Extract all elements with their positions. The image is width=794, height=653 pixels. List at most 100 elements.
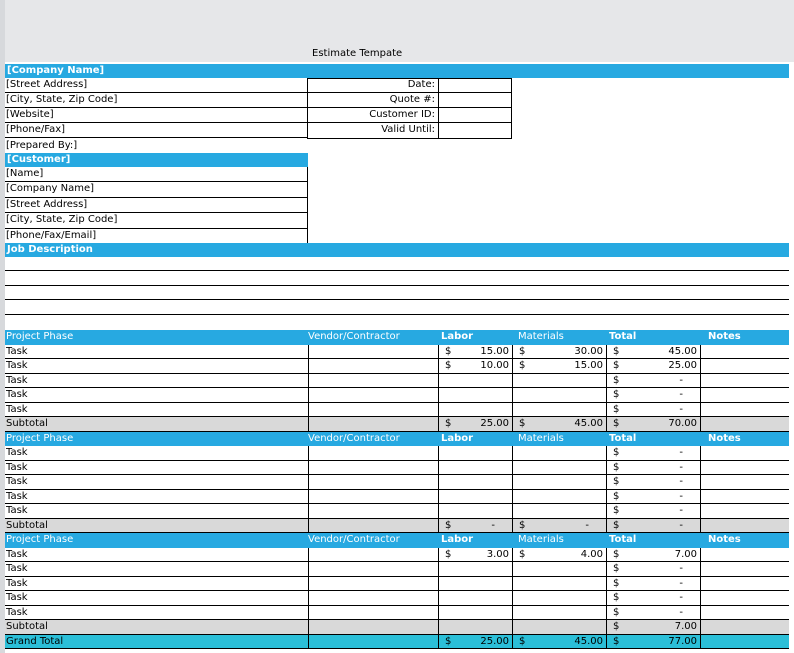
labor-cell[interactable]: $3.00: [438, 547, 512, 561]
task-cell[interactable]: Task: [5, 359, 308, 373]
customer-company-cell[interactable]: [Company Name]: [5, 182, 308, 198]
vendor-cell[interactable]: [308, 359, 438, 373]
vendor-cell[interactable]: [308, 388, 438, 402]
vendor-cell[interactable]: [308, 402, 438, 416]
grand-total-materials[interactable]: $45.00: [512, 634, 606, 648]
labor-cell[interactable]: [438, 475, 512, 489]
labor-cell[interactable]: [438, 576, 512, 590]
job-description-band[interactable]: Job Description: [5, 243, 789, 257]
task-cell[interactable]: Task: [5, 461, 308, 475]
total-cell[interactable]: $ -: [606, 460, 700, 474]
labor-cell[interactable]: $10.00: [438, 359, 512, 373]
total-cell[interactable]: $ -: [606, 446, 700, 460]
total-cell[interactable]: $ -: [606, 576, 700, 590]
materials-cell[interactable]: [512, 446, 606, 460]
quote-number-field[interactable]: [438, 93, 511, 108]
labor-cell[interactable]: [438, 504, 512, 518]
labor-cell[interactable]: [438, 605, 512, 619]
company-city-cell[interactable]: [City, State, Zip Code]: [5, 93, 308, 108]
prepared-by-cell[interactable]: [Prepared By:]: [5, 139, 308, 153]
notes-cell[interactable]: [700, 373, 789, 387]
task-cell[interactable]: Task: [5, 591, 308, 605]
valid-until-field[interactable]: [438, 123, 511, 138]
notes-cell[interactable]: [700, 562, 789, 576]
materials-cell[interactable]: [512, 489, 606, 503]
subtotal-materials[interactable]: [512, 620, 606, 634]
vendor-cell[interactable]: [308, 547, 438, 561]
labor-cell[interactable]: [438, 489, 512, 503]
subtotal-total[interactable]: $ -: [606, 518, 700, 532]
total-cell[interactable]: $ -: [606, 591, 700, 605]
total-cell[interactable]: $ -: [606, 402, 700, 416]
task-cell[interactable]: Task: [5, 562, 308, 576]
notes-cell[interactable]: [700, 489, 789, 503]
total-cell[interactable]: $45.00: [606, 344, 700, 358]
total-cell[interactable]: $ -: [606, 373, 700, 387]
notes-cell[interactable]: [700, 576, 789, 590]
task-cell[interactable]: Task: [5, 388, 308, 402]
task-cell[interactable]: Task: [5, 548, 308, 562]
notes-cell[interactable]: [700, 388, 789, 402]
job-description-line[interactable]: [5, 315, 789, 330]
total-cell[interactable]: $ -: [606, 605, 700, 619]
task-cell[interactable]: Task: [5, 345, 308, 359]
notes-cell[interactable]: [700, 504, 789, 518]
task-cell[interactable]: Task: [5, 403, 308, 417]
materials-cell[interactable]: [512, 591, 606, 605]
customer-band[interactable]: [Customer]: [5, 153, 308, 167]
subtotal-materials[interactable]: $45.00: [512, 417, 606, 431]
notes-cell[interactable]: [700, 359, 789, 373]
vendor-cell[interactable]: [308, 591, 438, 605]
vendor-cell[interactable]: [308, 562, 438, 576]
total-cell[interactable]: $7.00: [606, 547, 700, 561]
total-cell[interactable]: $25.00: [606, 359, 700, 373]
notes-cell[interactable]: [700, 591, 789, 605]
company-name-band[interactable]: [Company Name]: [5, 64, 789, 78]
labor-cell[interactable]: [438, 373, 512, 387]
materials-cell[interactable]: [512, 460, 606, 474]
materials-cell[interactable]: [512, 475, 606, 489]
grand-total-labor[interactable]: $25.00: [438, 634, 512, 648]
task-cell[interactable]: Task: [5, 475, 308, 489]
notes-cell[interactable]: [700, 446, 789, 460]
grand-total-total[interactable]: $77.00: [606, 634, 700, 648]
materials-cell[interactable]: [512, 576, 606, 590]
total-cell[interactable]: $ -: [606, 504, 700, 518]
labor-cell[interactable]: [438, 591, 512, 605]
vendor-cell[interactable]: [308, 460, 438, 474]
materials-cell[interactable]: [512, 605, 606, 619]
subtotal-materials[interactable]: $ -: [512, 518, 606, 532]
labor-cell[interactable]: [438, 460, 512, 474]
total-cell[interactable]: $ -: [606, 489, 700, 503]
notes-cell[interactable]: [700, 547, 789, 561]
job-description-line[interactable]: [5, 257, 789, 271]
customer-phone-cell[interactable]: [Phone/Fax/Email]: [5, 229, 308, 243]
company-phone-cell[interactable]: [Phone/Fax]: [5, 123, 308, 138]
date-field[interactable]: [438, 78, 511, 93]
job-description-line[interactable]: [5, 300, 789, 315]
subtotal-labor[interactable]: $ -: [438, 518, 512, 532]
labor-cell[interactable]: [438, 388, 512, 402]
materials-cell[interactable]: $30.00: [512, 344, 606, 358]
notes-cell[interactable]: [700, 475, 789, 489]
vendor-cell[interactable]: [308, 446, 438, 460]
materials-cell[interactable]: $15.00: [512, 359, 606, 373]
task-cell[interactable]: Task: [5, 606, 308, 620]
task-cell[interactable]: Task: [5, 577, 308, 591]
vendor-cell[interactable]: [308, 373, 438, 387]
materials-cell[interactable]: [512, 402, 606, 416]
materials-cell[interactable]: [512, 373, 606, 387]
vendor-cell[interactable]: [308, 475, 438, 489]
labor-cell[interactable]: [438, 562, 512, 576]
vendor-cell[interactable]: [308, 489, 438, 503]
task-cell[interactable]: Task: [5, 374, 308, 388]
labor-cell[interactable]: $15.00: [438, 344, 512, 358]
vendor-cell[interactable]: [308, 344, 438, 358]
company-street-cell[interactable]: [Street Address]: [5, 78, 308, 93]
notes-cell[interactable]: [700, 402, 789, 416]
materials-cell[interactable]: $4.00: [512, 547, 606, 561]
vendor-cell[interactable]: [308, 605, 438, 619]
subtotal-total[interactable]: $70.00: [606, 417, 700, 431]
subtotal-labor[interactable]: [438, 620, 512, 634]
job-description-line[interactable]: [5, 286, 789, 300]
